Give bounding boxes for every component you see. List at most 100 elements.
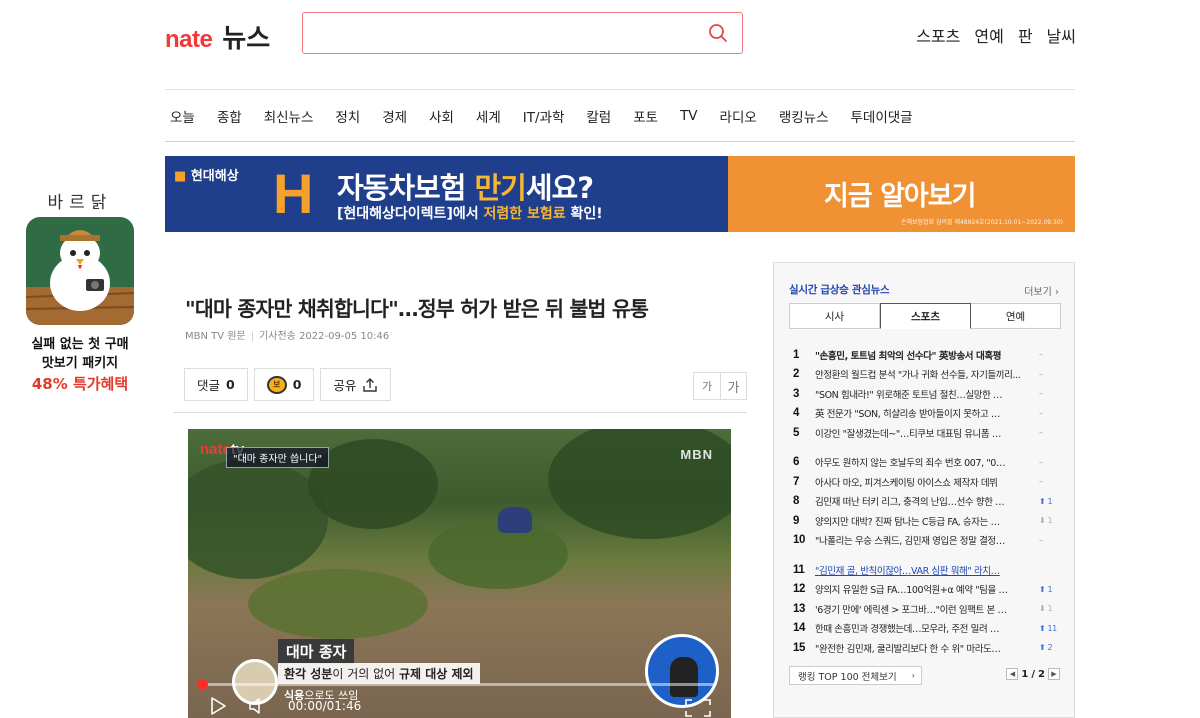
ranking-headline[interactable]: 이강인 "잘생겼는데~"…티쿠보 대표팀 유니폼 … (815, 426, 1035, 440)
nav-item-world[interactable]: 세계 (476, 106, 501, 126)
nav-item-column[interactable]: 칼럼 (586, 106, 611, 126)
nav-item-ranking[interactable]: 랭킹뉴스 (779, 106, 829, 126)
ranking-number: 1 (793, 348, 799, 361)
ranking-item[interactable]: 11 "김민재 골, 반칙이잖아…VAR 심판 뭐해" 라치… (789, 560, 1063, 580)
ranking-headline[interactable]: "손흥민, 토트넘 최악의 선수다" 英방송서 대혹평 (815, 348, 1035, 362)
nav-item-today-comments[interactable]: 투데이댓글 (851, 106, 913, 126)
ranking-headline[interactable]: "SON 힘내라!" 위로해준 토트넘 절친…실망한 … (815, 387, 1035, 401)
ranking-headline[interactable]: 아사다 마오, 피겨스케이팅 아이스쇼 제작자 데뷔 (815, 475, 1035, 489)
ranking-item[interactable]: 5 이강인 "잘생겼는데~"…티쿠보 대표팀 유니폼 … – (789, 423, 1063, 443)
ranking-headline[interactable]: 김민재 떠난 터키 리그, 충격의 난입…선수 향한 … (815, 494, 1035, 508)
logo-brand[interactable]: nate (165, 26, 213, 54)
prev-page-button[interactable]: ◀ (1006, 668, 1019, 680)
article-sent-label: 기사전송 (259, 331, 296, 342)
share-icon (363, 377, 378, 392)
ranking-all-button[interactable]: 랭킹 TOP 100 전체보기 › (789, 666, 922, 685)
rank-up-indicator: ⬆ 1 (1039, 496, 1053, 506)
nav-item-tv[interactable]: TV (680, 108, 697, 124)
ranking-headline[interactable]: 한때 손흥민과 경쟁했는데…모우라, 주전 밀려 … (815, 621, 1035, 635)
rank-unchanged-indicator: – (1039, 457, 1043, 467)
rank-up-indicator: ⬆ 1 (1039, 584, 1053, 594)
ranking-number: 7 (793, 475, 799, 488)
ranking-item[interactable]: 6 아무도 원하지 않는 호날두의 죄수 번호 007, "0… – (789, 453, 1063, 473)
comment-button[interactable]: 댓글 0 (184, 368, 248, 401)
top-links: 스포츠 연예 판 날씨 (916, 23, 1076, 47)
nav-item-it-science[interactable]: IT/과학 (523, 106, 565, 126)
ranking-headline[interactable]: 양의지만 대박? 진짜 탐나는 C등급 FA, 승자는 … (815, 514, 1035, 528)
ranking-headline[interactable]: '6경기 만에' 에릭센 > 포그바…"이런 임팩트 본 … (815, 602, 1035, 616)
ranking-item[interactable]: 13 '6경기 만에' 에릭센 > 포그바…"이런 임팩트 본 … ⬇ 1 (789, 599, 1063, 619)
play-icon[interactable] (210, 697, 226, 715)
nav-item-economy[interactable]: 경제 (382, 106, 407, 126)
ranking-item[interactable]: 8 김민재 떠난 터키 리그, 충격의 난입…선수 향한 … ⬆ 1 (789, 492, 1063, 512)
ranking-headline[interactable]: "김민재 골, 반칙이잖아…VAR 심판 뭐해" 라치… (815, 563, 1035, 577)
ranking-title: 실시간 급상승 관심뉴스 (789, 284, 890, 296)
search-icon[interactable] (708, 23, 728, 43)
logo-section[interactable]: 뉴스 (222, 18, 270, 55)
next-page-button[interactable]: ▶ (1048, 668, 1060, 680)
article-source[interactable]: MBN TV 원문 (185, 331, 246, 342)
ranking-headline[interactable]: 양의지 유일한 S급 FA…100억원+α 예약 "팀을 … (815, 582, 1035, 596)
font-increase-button[interactable]: 가 (720, 373, 746, 399)
insurance-banner-ad[interactable]: ■ 현대해상 H 자동차보험 만기세요? [현대해상다이렉트]에서 저렴한 보험… (165, 156, 1075, 232)
search-box (302, 12, 743, 54)
top-link-entertainment[interactable]: 연예 (974, 23, 1003, 47)
ranking-item[interactable]: 2 안정환의 월드컵 분석 "가나 귀화 선수들, 자기들끼리... – (789, 365, 1063, 385)
ranking-item[interactable]: 9 양의지만 대박? 진짜 탐나는 C등급 FA, 승자는 … ⬇ 1 (789, 511, 1063, 531)
ranking-item[interactable]: 3 "SON 힘내라!" 위로해준 토트넘 절친…실망한 … – (789, 384, 1063, 404)
ranking-number: 3 (793, 387, 799, 400)
ranking-item[interactable]: 4 英 전문가 "SON, 히샬리송 받아들이지 못하고 … – (789, 404, 1063, 424)
comment-count: 0 (226, 377, 235, 392)
top-link-pann[interactable]: 판 (1018, 23, 1033, 47)
video-player[interactable]: natetv "대마 종자만 씁니다" MBN 대마 종자 환각 성분이 거의 … (188, 429, 731, 718)
share-button[interactable]: 공유 (320, 368, 392, 401)
font-decrease-button[interactable]: 가 (694, 373, 720, 399)
nav-item-radio[interactable]: 라디오 (720, 106, 757, 126)
nav-item-general[interactable]: 종합 (217, 106, 242, 126)
ranking-panel: 실시간 급상승 관심뉴스 더보기 › 시사 스포츠 연예 1 "손흥민, 토트넘 … (773, 262, 1075, 718)
ranking-number: 6 (793, 456, 799, 469)
ranking-item[interactable]: 12 양의지 유일한 S급 FA…100억원+α 예약 "팀을 … ⬆ 1 (789, 580, 1063, 600)
coin-button[interactable]: 보 0 (253, 368, 315, 401)
fullscreen-icon[interactable] (685, 699, 711, 717)
nav-item-photo[interactable]: 포토 (633, 106, 658, 126)
channel-logo: MBN (680, 447, 713, 462)
ranking-headline[interactable]: 아무도 원하지 않는 호날두의 죄수 번호 007, "0… (815, 455, 1035, 469)
progress-handle[interactable] (197, 679, 208, 690)
ad-line-1: 실패 없는 첫 구매 (31, 337, 129, 352)
volume-icon[interactable] (248, 697, 266, 715)
ranking-headline[interactable]: 안정환의 월드컵 분석 "가나 귀화 선수들, 자기들끼리... (815, 367, 1035, 381)
left-side-ad[interactable]: 바르닭 실패 없는 첫 구매 맛보기 패키지 48% 특가혜택 (20, 188, 140, 395)
top-link-sports[interactable]: 스포츠 (916, 23, 960, 47)
ad-line-3: 48% 특가혜택 (31, 375, 129, 393)
ranking-number: 15 (793, 641, 805, 654)
ranking-item[interactable]: 14 한때 손흥민과 경쟁했는데…모우라, 주전 밀려 … ⬆ 11 (789, 619, 1063, 639)
rank-unchanged-indicator: – (1039, 350, 1043, 360)
ranking-headline[interactable]: "나폴리는 우승 스쿼드, 김민재 영입은 정말 결정… (815, 533, 1035, 547)
tab-sports[interactable]: 스포츠 (880, 303, 971, 329)
ranking-item[interactable]: 10 "나폴리는 우승 스쿼드, 김민재 영입은 정말 결정… – (789, 531, 1063, 551)
ranking-item[interactable]: 7 아사다 마오, 피겨스케이팅 아이스쇼 제작자 데뷔 – (789, 472, 1063, 492)
banner-headline: 자동차보험 만기세요? (337, 171, 594, 205)
site-logo[interactable]: nate 뉴스 (165, 18, 270, 55)
main-nav: 오늘 종합 최신뉴스 정치 경제 사회 세계 IT/과학 칼럼 포토 TV 라디… (165, 89, 1075, 142)
ranking-headline[interactable]: 英 전문가 "SON, 히샬리송 받아들이지 못하고 … (815, 406, 1035, 420)
rank-unchanged-indicator: – (1039, 389, 1043, 399)
nav-item-latest[interactable]: 최신뉴스 (264, 106, 314, 126)
search-input[interactable] (311, 19, 691, 47)
nav-item-society[interactable]: 사회 (429, 106, 454, 126)
tab-current-affairs[interactable]: 시사 (789, 303, 880, 329)
share-label: 공유 (333, 378, 357, 393)
tab-entertainment[interactable]: 연예 (971, 303, 1061, 329)
font-size-controls: 가 가 (693, 372, 747, 400)
ranking-item[interactable]: 15 "완전한 김민재, 쿨리발리보다 한 수 위" 마라도… ⬆ 2 (789, 638, 1063, 658)
banner-cta[interactable]: 지금 알아보기 (824, 174, 976, 213)
ranking-item[interactable]: 1 "손흥민, 토트넘 최악의 선수다" 英방송서 대혹평 – (789, 345, 1063, 365)
nav-item-today[interactable]: 오늘 (170, 106, 195, 126)
video-progress-bar[interactable] (197, 679, 714, 690)
ranking-more-link[interactable]: 더보기 › (1024, 283, 1059, 298)
nav-item-politics[interactable]: 정치 (335, 106, 360, 126)
ranking-headline[interactable]: "완전한 김민재, 쿨리발리보다 한 수 위" 마라도… (815, 641, 1035, 655)
article-divider (173, 412, 747, 413)
top-link-weather[interactable]: 날씨 (1047, 23, 1076, 47)
